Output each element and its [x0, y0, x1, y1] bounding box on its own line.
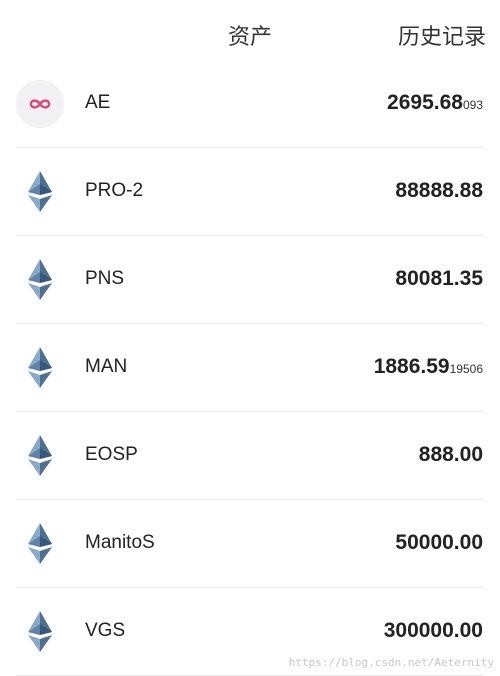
asset-row-eosp[interactable]: EOSP 888.00: [16, 412, 483, 500]
asset-row-ae[interactable]: AE 2695.68093: [16, 60, 483, 148]
watermark-url: https://blog.csdn.net/Aeternity: [288, 656, 494, 669]
aeternity-infinity-icon: [16, 80, 64, 128]
asset-amount-fraction: 19506: [449, 362, 483, 376]
asset-amount: 300000.00: [383, 619, 483, 642]
asset-name: VGS: [85, 620, 126, 641]
asset-row-manitos[interactable]: ManitoS 50000.00: [16, 500, 483, 588]
asset-amount-fraction: 093: [462, 98, 483, 112]
asset-name: PNS: [85, 268, 125, 289]
ethereum-diamond-icon: [16, 608, 64, 656]
ethereum-diamond-icon: [16, 168, 64, 216]
asset-amount: 88888.88: [395, 179, 483, 202]
page-title: 资产: [228, 25, 273, 50]
asset-name: ManitoS: [85, 532, 155, 553]
asset-amount: 50000.00: [395, 531, 483, 554]
asset-name: EOSP: [85, 444, 138, 465]
asset-name: AE: [85, 92, 111, 113]
ethereum-diamond-icon: [16, 520, 64, 568]
asset-list: AE 2695.68093 PRO-2 88888.88 PNS 80081.3…: [0, 60, 500, 676]
asset-amount: 888.00: [418, 443, 483, 466]
ethereum-diamond-icon: [16, 344, 64, 392]
ethereum-diamond-icon: [16, 432, 64, 480]
asset-row-man[interactable]: MAN 1886.5919506: [16, 324, 483, 412]
ethereum-diamond-icon: [16, 256, 64, 304]
asset-name: PRO-2: [85, 180, 144, 201]
asset-amount: 2695.68093: [387, 91, 483, 114]
asset-row-pro-2[interactable]: PRO-2 88888.88: [16, 148, 483, 236]
history-link[interactable]: 历史记录: [398, 24, 486, 52]
asset-name: MAN: [85, 356, 128, 377]
asset-amount: 1886.5919506: [373, 355, 483, 378]
asset-amount: 80081.35: [395, 267, 483, 290]
asset-row-pns[interactable]: PNS 80081.35: [16, 236, 483, 324]
